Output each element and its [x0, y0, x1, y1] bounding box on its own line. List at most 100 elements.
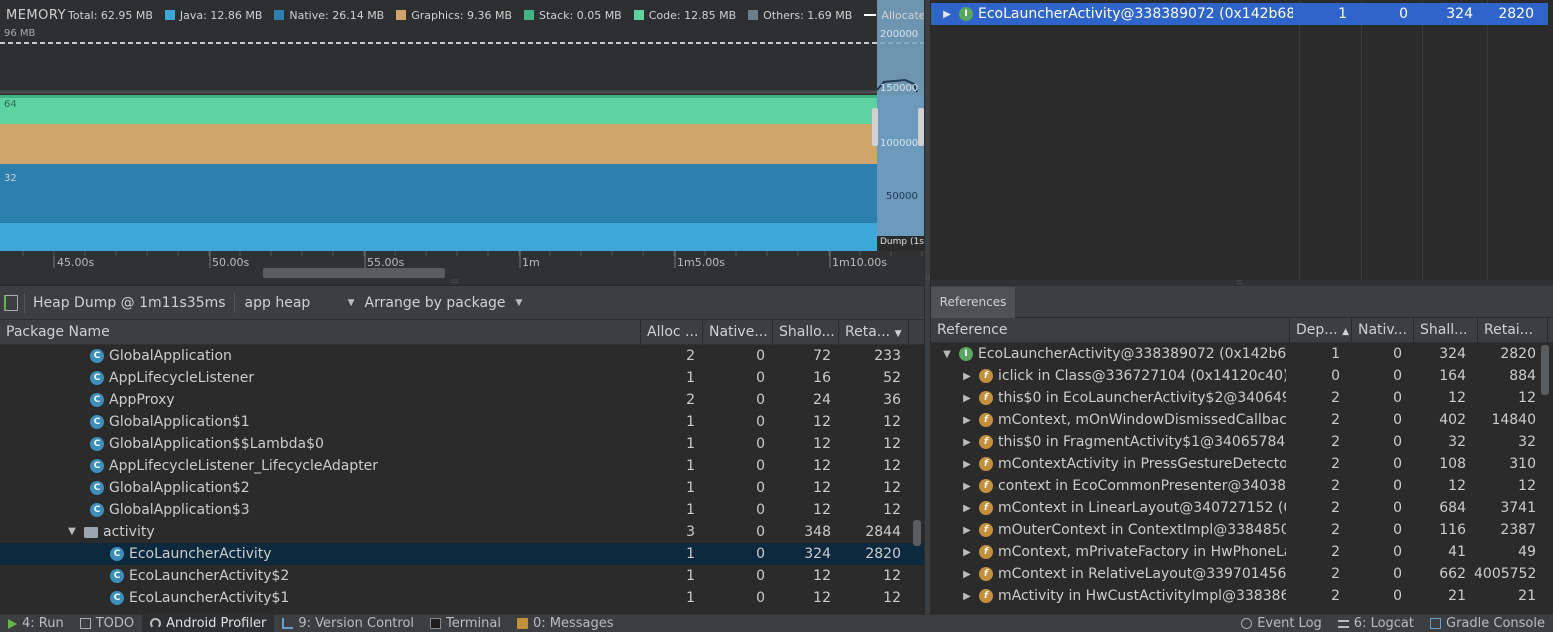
class-row[interactable]: C EcoLauncherActivity$1 1 0 12 12 [0, 587, 924, 609]
event-log-icon [1241, 618, 1253, 629]
version-control-tool-button[interactable]: 9: Version Control [274, 615, 422, 632]
column-shallow-size[interactable]: Shallo... [773, 320, 839, 345]
class-row[interactable]: C GlobalApplication$$Lambda$0 1 0 12 12 [0, 433, 924, 455]
column-retained-size[interactable]: Reta... ▼ [839, 320, 909, 345]
shallow-size: 12 [813, 458, 831, 474]
column-shallow[interactable]: Shall... [1414, 318, 1478, 343]
retained-size: 12 [883, 458, 901, 474]
alloc-count: 1 [686, 568, 695, 584]
reference-row[interactable]: ▶ f mContext in LinearLayout@340727152 (0x… [931, 497, 1553, 519]
reference-row[interactable]: ▶ f mContext in RelativeLayout@339701456 (… [931, 563, 1553, 585]
column-reference[interactable]: Reference [931, 318, 1290, 343]
shallow-size: 24 [813, 392, 831, 408]
reference-row[interactable]: ▶ f mContextActivity in PressGestureDetect… [931, 453, 1553, 475]
reference-row[interactable]: ▶ f mActivity in HwCustActivityImpl@338386… [931, 585, 1553, 607]
reference-row[interactable]: ▶ f mContext, mOnWindowDismissedCallback 2 0… [931, 409, 1553, 431]
column-native-size[interactable]: Native... [703, 320, 773, 345]
shallow-size: 16 [813, 370, 831, 386]
gradle-console-tool-button[interactable]: Gradle Console [1422, 615, 1553, 632]
instance-icon: I [959, 347, 973, 361]
run-tool-label: 4: Run [22, 616, 64, 631]
legend-java: Java: 12.86 MB [164, 9, 262, 22]
legend-code: Code: 12.85 MB [633, 9, 736, 22]
event-log-tool-button[interactable]: Event Log [1233, 615, 1330, 632]
retained-size: 52 [883, 370, 901, 386]
reference-row[interactable]: ▶ f this$0 in EcoLauncherActivity$2@340649… [931, 387, 1553, 409]
reference-root-row[interactable]: ▼ I EcoLauncherActivity@338389072 (0x142… [931, 343, 1553, 365]
class-table-scrollbar[interactable] [913, 520, 921, 546]
class-icon: C [90, 349, 104, 363]
reference-row[interactable]: ▶ f context in EcoCommonPresenter@340388 2 0… [931, 475, 1553, 497]
expand-arrow-icon[interactable]: ▶ [961, 569, 973, 580]
expand-arrow-icon[interactable]: ▶ [961, 525, 973, 536]
expand-arrow-icon[interactable]: ▶ [961, 547, 973, 558]
column-alloc-count[interactable]: Alloc ... [641, 320, 703, 345]
class-row[interactable]: C EcoLauncherActivity 1 0 324 2820 [0, 543, 924, 565]
class-row[interactable]: C AppLifecycleListener_LifecycleAdapter 1 0… [0, 455, 924, 477]
class-icon: C [110, 591, 124, 605]
messages-tool-button[interactable]: 0: Messages [509, 615, 622, 632]
reference-row[interactable]: ▶ f mContext, mPrivateFactory in HwPhoneLa… [931, 541, 1553, 563]
expand-arrow-icon[interactable]: ▶ [961, 393, 973, 404]
logcat-tool-button[interactable]: 6: Logcat [1330, 615, 1422, 632]
reference-row[interactable]: ▶ f this$0 in FragmentActivity$1@340657848… [931, 431, 1553, 453]
expand-arrow-icon[interactable]: ▶ [961, 437, 973, 448]
instance-row-selected[interactable]: ▶ I EcoLauncherActivity@338389072 (0x142… [931, 3, 1548, 25]
reference-depth: 2 [1331, 412, 1340, 428]
todo-tool-button[interactable]: TODO [72, 615, 142, 632]
timeline-scrollbar[interactable] [263, 268, 445, 278]
retained-size: 12 [883, 502, 901, 518]
column-package-name[interactable]: Package Name [0, 320, 641, 345]
references-scrollbar[interactable] [1541, 345, 1549, 395]
vertical-splitter[interactable]: :::: [924, 0, 932, 614]
expand-arrow-icon[interactable]: ▶ [961, 481, 973, 492]
toolbar-separator [233, 292, 235, 313]
chart-splitter[interactable]: :::::: [0, 277, 924, 285]
expand-arrow-icon[interactable]: ▶ [941, 9, 953, 20]
class-row[interactable]: C EcoLauncherActivity$2 1 0 12 12 [0, 565, 924, 587]
expand-arrow-icon[interactable]: ▶ [961, 371, 973, 382]
retained-size: 12 [883, 480, 901, 496]
native-size: 0 [756, 458, 765, 474]
class-row[interactable]: C AppLifecycleListener 1 0 16 52 [0, 367, 924, 389]
column-retained[interactable]: Retai... [1478, 318, 1548, 343]
shallow-size: 12 [813, 568, 831, 584]
class-name-cell: C GlobalApplication$$Lambda$0 [0, 433, 641, 455]
alloc-count: 1 [686, 480, 695, 496]
expand-arrow-icon[interactable]: ▶ [961, 415, 973, 426]
package-row[interactable]: ▼ activity 3 0 348 2844 [0, 521, 924, 543]
reference-retained: 884 [1509, 368, 1536, 384]
reference-native: 0 [1393, 544, 1402, 560]
reference-depth: 2 [1331, 588, 1340, 604]
collapse-arrow-icon[interactable]: ▼ [941, 349, 953, 360]
expand-arrow-icon[interactable]: ▶ [961, 459, 973, 470]
native-size: 0 [756, 590, 765, 606]
class-row[interactable]: C GlobalApplication$1 1 0 12 12 [0, 411, 924, 433]
reference-native: 0 [1393, 588, 1402, 604]
class-row[interactable]: C GlobalApplication$3 1 0 12 12 [0, 499, 924, 521]
reference-name: EcoLauncherActivity@338389072 (0x142b685 [978, 346, 1286, 362]
class-row[interactable]: C AppProxy 2 0 24 36 [0, 389, 924, 411]
android-profiler-tool-button[interactable]: Android Profiler [142, 614, 275, 632]
expand-arrow-icon[interactable]: ▶ [961, 591, 973, 602]
tab-references[interactable]: References [931, 287, 1015, 318]
heap-select[interactable]: app heap ▼ [245, 295, 355, 311]
expand-arrow-icon[interactable]: ▶ [961, 503, 973, 514]
reference-row[interactable]: ▶ f mOuterContext in ContextImpl@33848506 2… [931, 519, 1553, 541]
run-tool-button[interactable]: 4: Run [0, 615, 72, 632]
class-row[interactable]: C GlobalApplication 2 0 72 233 [0, 345, 924, 367]
terminal-tool-button[interactable]: Terminal [422, 615, 509, 632]
profiler-gauge-icon [150, 618, 162, 629]
column-depth[interactable]: Dep... ▲ [1290, 318, 1352, 343]
export-heap-dump-icon[interactable] [4, 294, 18, 311]
legend-others-text: Others: 1.69 MB [763, 8, 853, 22]
legend-allocated-text: Allocated: 192043 [881, 8, 924, 22]
class-row[interactable]: C GlobalApplication$2 1 0 12 12 [0, 477, 924, 499]
arrange-select[interactable]: Arrange by package ▼ [365, 295, 523, 311]
legend-graphics-text: Graphics: 9.36 MB [411, 8, 513, 22]
collapse-arrow-icon[interactable]: ▼ [66, 521, 78, 543]
reference-row[interactable]: ▶ f iclick in Class@336727104 (0x14120c40)… [931, 365, 1553, 387]
memory-chart[interactable]: MEMORY Total: 62.95 MB Java: 12.86 MB Na… [0, 0, 924, 285]
column-native[interactable]: Nativ... [1352, 318, 1414, 343]
chevron-down-icon: ▼ [347, 297, 355, 308]
